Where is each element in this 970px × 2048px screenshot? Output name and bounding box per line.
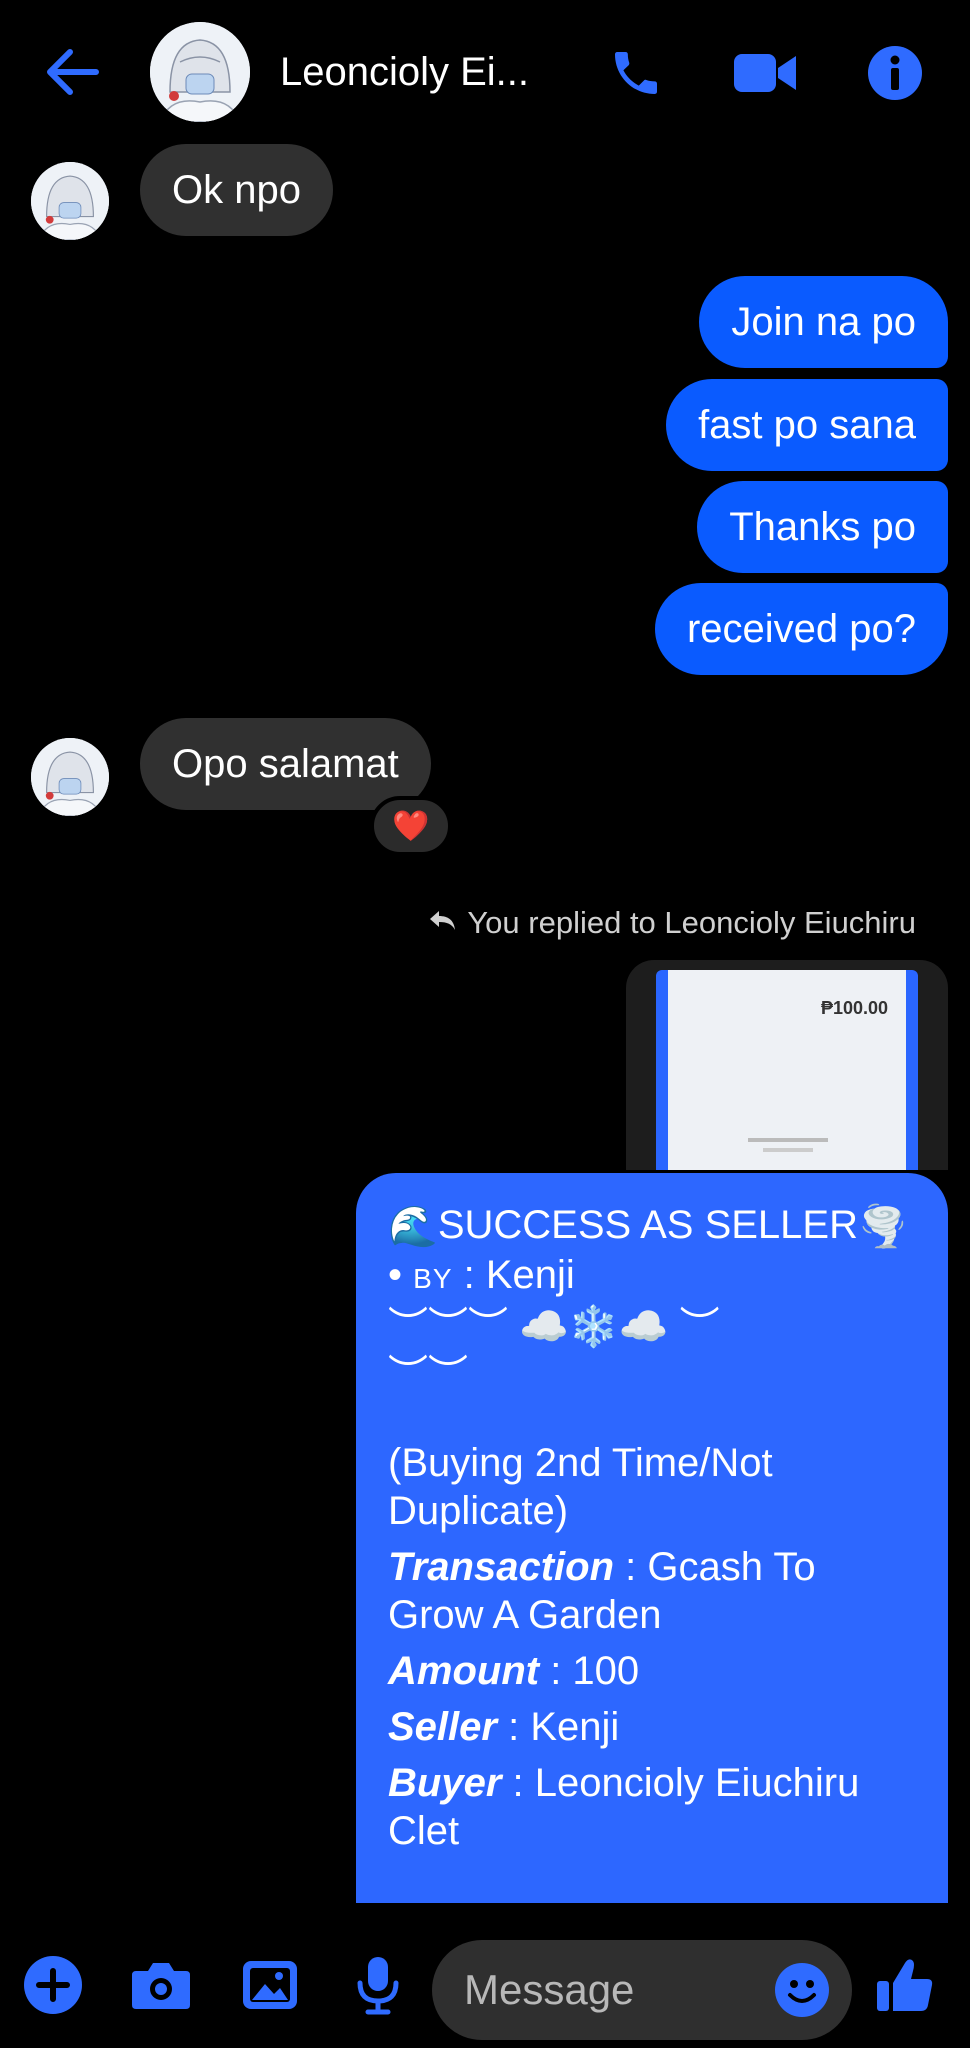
- emoji-icon[interactable]: [774, 1962, 830, 2018]
- info-icon[interactable]: [862, 40, 928, 106]
- back-arrow-icon[interactable]: [42, 44, 108, 100]
- incoming-message[interactable]: Ok npo: [140, 144, 333, 236]
- outgoing-transaction-message[interactable]: 🌊SUCCESS AS SELLER🌪️ • BY : Kenji ︶︶︶ ☁️…: [356, 1173, 948, 1903]
- phone-icon[interactable]: [603, 40, 669, 106]
- message-input-container: [432, 1940, 852, 2040]
- outgoing-message[interactable]: received po?: [654, 583, 948, 675]
- contact-avatar-small[interactable]: [31, 738, 109, 816]
- contact-name[interactable]: Leoncioly Ei...: [280, 50, 529, 95]
- composer-bar: [0, 1930, 970, 2048]
- receipt-amount: ₱100.00: [820, 998, 888, 1018]
- incoming-message[interactable]: Opo salamat: [140, 718, 431, 810]
- camera-icon[interactable]: [128, 1952, 194, 2018]
- outgoing-message[interactable]: Thanks po: [697, 481, 948, 573]
- message-input[interactable]: [464, 1964, 764, 2016]
- heart-icon: ❤️: [392, 809, 430, 843]
- card-decoration: ︶︶: [388, 1353, 468, 1398]
- reaction-badge[interactable]: ❤️: [370, 796, 452, 856]
- tornado-icon: 🌪️: [858, 1205, 908, 1250]
- card-amount: Amount : 100: [388, 1649, 640, 1694]
- card-buyer: Buyer : Leoncioly Eiuchiru Clet: [388, 1761, 860, 1854]
- reply-arrow-icon: [427, 905, 457, 941]
- card-note: (Buying 2nd Time/Not Duplicate): [388, 1441, 773, 1534]
- card-by-line: • BY : Kenji: [388, 1253, 575, 1298]
- card-title: 🌊SUCCESS AS SELLER🌪️: [388, 1203, 908, 1250]
- receipt-screenshot: ₱100.00: [656, 970, 918, 1170]
- video-camera-icon[interactable]: [732, 40, 798, 106]
- card-transaction: Transaction : Gcash To Grow A Garden: [388, 1545, 816, 1638]
- outgoing-message[interactable]: fast po sana: [666, 379, 948, 471]
- thumbs-up-icon[interactable]: [872, 1952, 938, 2018]
- microphone-icon[interactable]: [345, 1952, 411, 2018]
- plus-icon[interactable]: [20, 1952, 86, 2018]
- replied-image-thumbnail[interactable]: ₱100.00: [626, 960, 948, 1170]
- outgoing-message[interactable]: Join na po: [699, 276, 948, 368]
- gallery-icon[interactable]: [237, 1952, 303, 2018]
- contact-avatar[interactable]: [150, 22, 250, 122]
- wave-icon: 🌊: [388, 1205, 438, 1250]
- reply-indicator-text: You replied to Leoncioly Eiuchiru: [467, 905, 916, 940]
- chat-header: Leoncioly Ei...: [0, 0, 970, 145]
- card-decoration: ︶︶︶ ☁️❄️☁️ ︶: [388, 1305, 720, 1350]
- contact-avatar-small[interactable]: [31, 162, 109, 240]
- card-seller: Seller : Kenji: [388, 1705, 620, 1750]
- reply-indicator: You replied to Leoncioly Eiuchiru: [427, 905, 916, 941]
